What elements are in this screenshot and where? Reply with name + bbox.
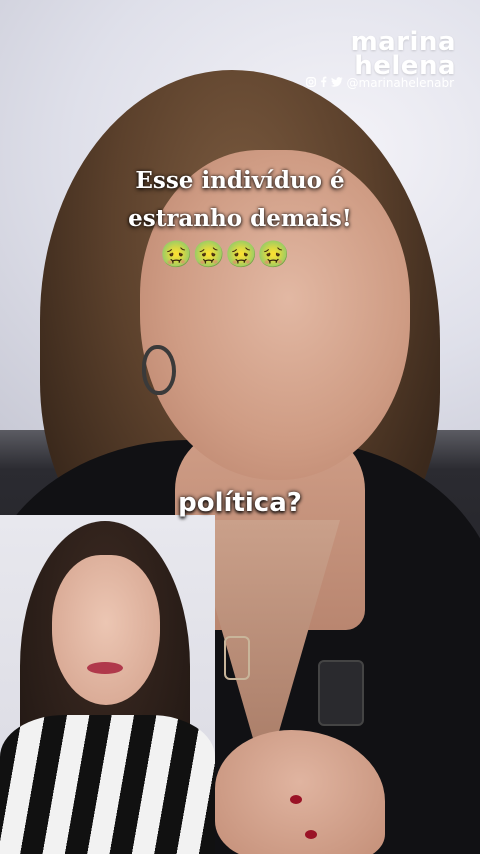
pip-face: [52, 555, 160, 705]
instagram-icon: [305, 76, 316, 90]
caption-line-2: estranho demais!: [128, 205, 352, 232]
social-handle-row: @marinahelenabr: [305, 76, 454, 90]
nauseated-face-emojis: 🤢🤢🤢🤢: [160, 240, 290, 270]
twitter-icon: [330, 76, 343, 90]
facebook-icon: [320, 76, 327, 90]
caption-line-1: Esse indivíduo é: [135, 167, 345, 194]
caption-text: Esse indivíduo é estranho demais!: [60, 162, 420, 238]
brand-logo: marina helena: [351, 29, 456, 81]
spoken-subtitle: política?: [178, 488, 302, 518]
nail: [290, 795, 302, 804]
brand-line-2: helena: [354, 51, 456, 81]
nail: [305, 830, 317, 839]
earring: [142, 345, 176, 395]
social-handle: @marinahelenabr: [346, 76, 454, 90]
video-frame[interactable]: marina helena @marinahelenabr Esse indiv…: [0, 0, 480, 854]
necklace-pendant: [224, 636, 250, 680]
lapel-microphone: [318, 660, 364, 726]
pip-lips: [87, 662, 123, 674]
picture-in-picture-video[interactable]: [0, 515, 215, 854]
pip-striped-top: [0, 715, 215, 854]
